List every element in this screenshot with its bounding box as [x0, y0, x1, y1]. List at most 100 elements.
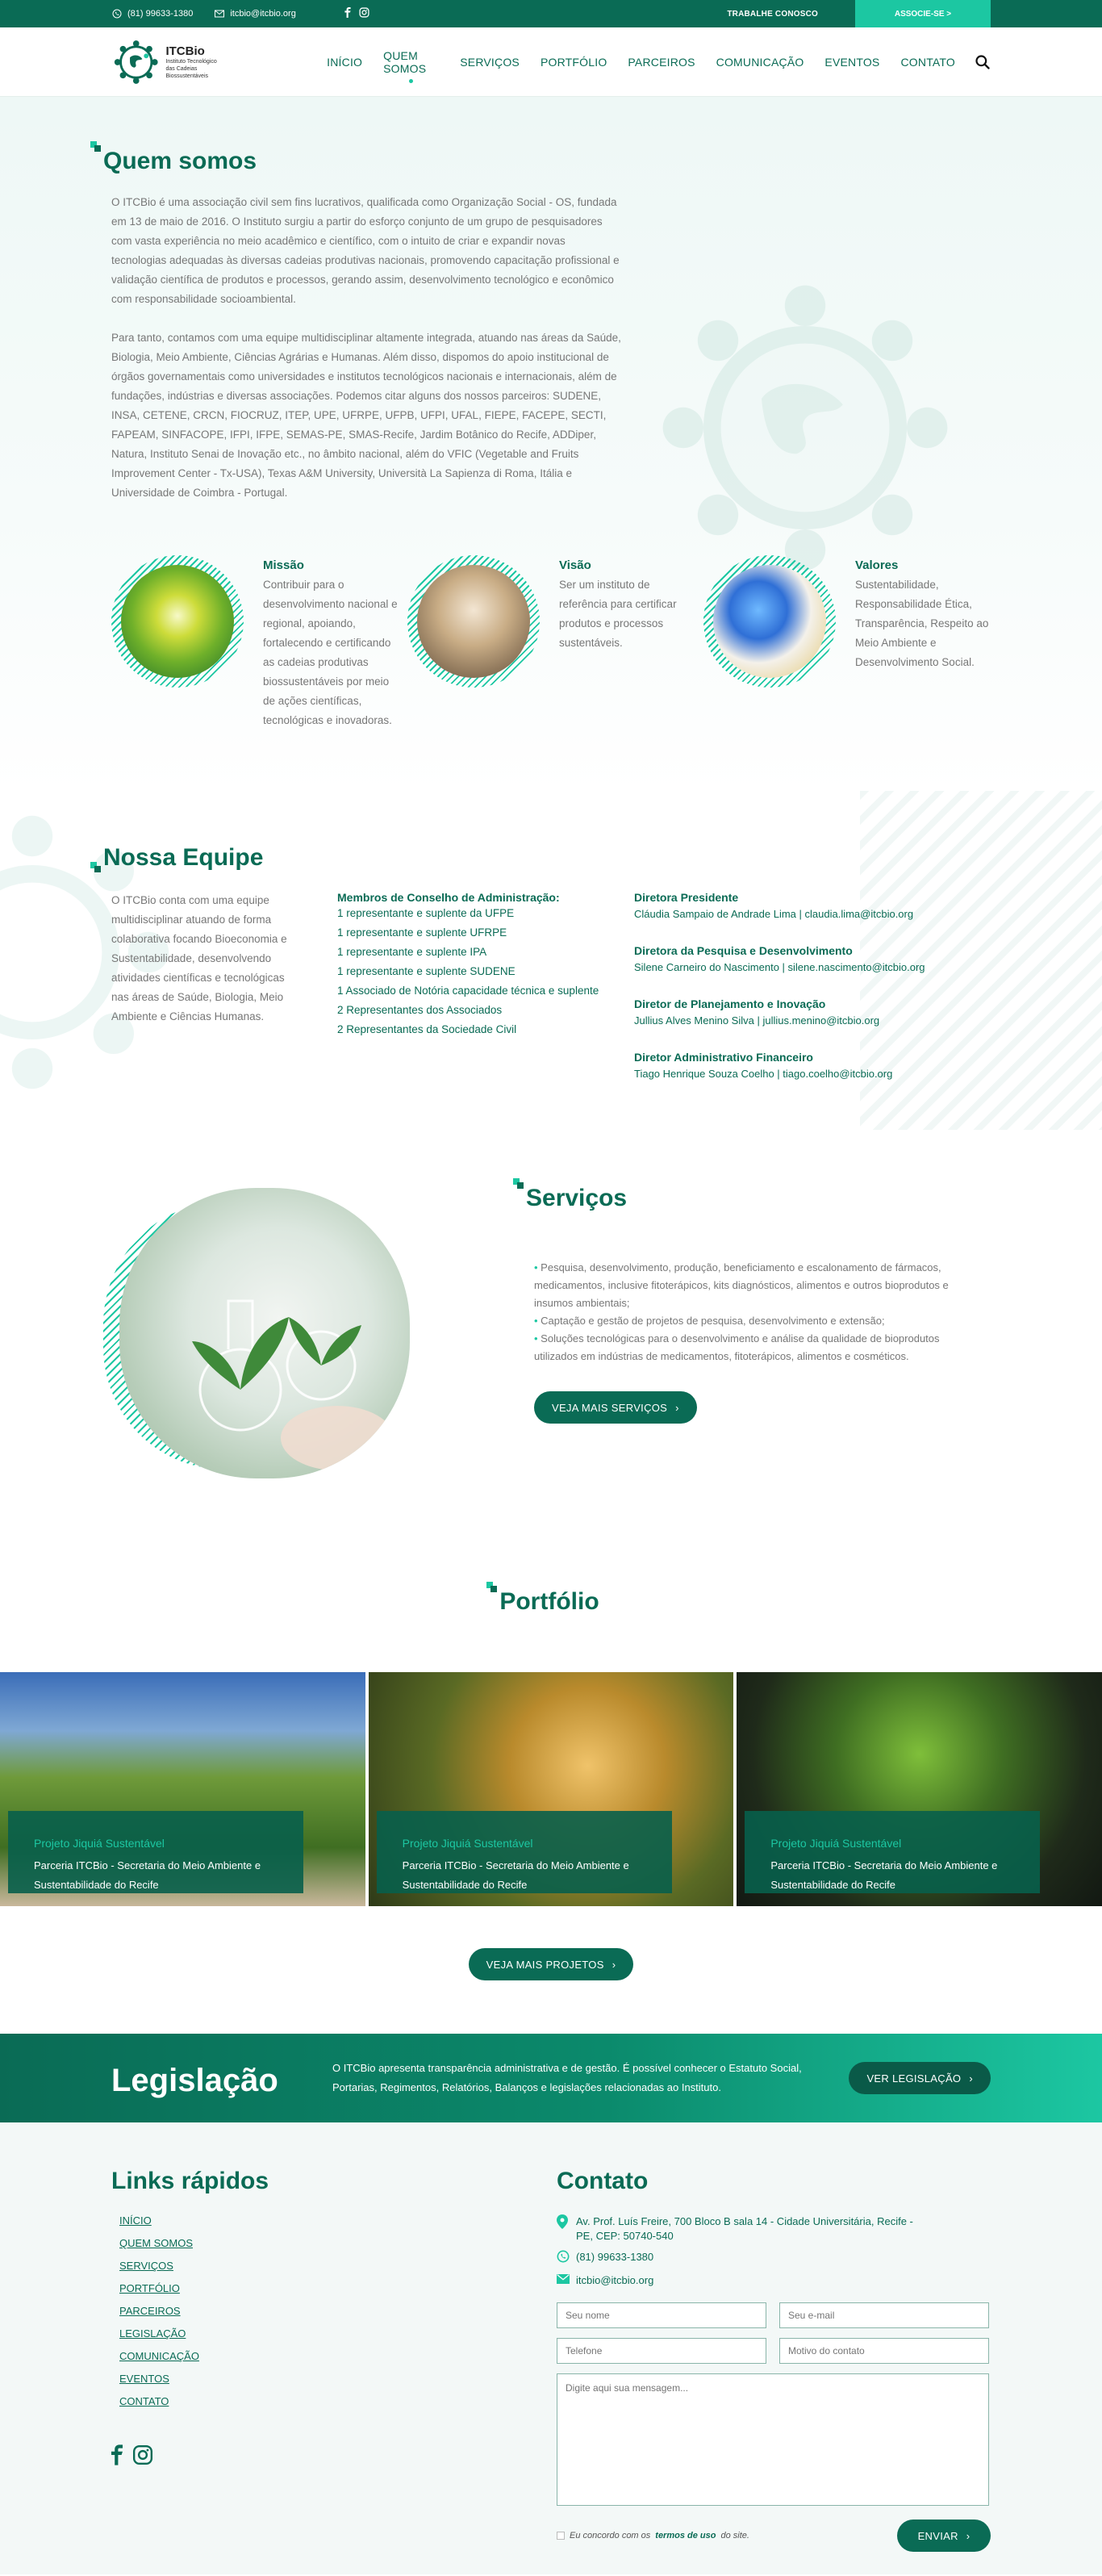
director-contact[interactable]: Tiago Henrique Souza Coelho | tiago.coel…	[634, 1068, 925, 1080]
title-squares-icon	[486, 1582, 498, 1593]
director-role: Diretor de Planejamento e Inovação	[634, 997, 826, 1010]
message-field[interactable]	[557, 2373, 989, 2506]
nav-item-inicio[interactable]: INÍCIO	[327, 56, 362, 69]
footer-social	[111, 2444, 557, 2469]
top-bar: (81) 99633-1380 itcbio@itcbio.org TRABAL…	[0, 0, 1102, 27]
whatsapp-icon	[111, 8, 123, 19]
footer: Links rápidos INÍCIO QUEM SOMOS SERVIÇOS…	[0, 2122, 1102, 2574]
portfolio-card[interactable]: Projeto Jiquiá Sustentável Parceria ITCB…	[0, 1672, 365, 1906]
whatsapp-icon	[557, 2250, 570, 2267]
instagram-icon[interactable]	[132, 2444, 153, 2469]
board-item: 1 representante e suplente SUDENE	[337, 965, 516, 977]
board-item: 1 representante e suplente da UFPE	[337, 907, 515, 919]
portfolio-card-desc: Parceria ITCBio - Secretaria do Meio Amb…	[402, 1859, 629, 1891]
join-button[interactable]: ASSOCIE-SE >	[855, 0, 991, 27]
topbar-email[interactable]: itcbio@itcbio.org	[214, 8, 296, 19]
terms-checkbox[interactable]	[557, 2532, 565, 2540]
services-heading: Serviços	[526, 1185, 628, 1211]
facebook-icon[interactable]	[111, 2444, 123, 2469]
contact-address: Av. Prof. Luís Freire, 700 Bloco B sala …	[557, 2214, 991, 2244]
services-item: Soluções tecnológicas para o desenvolvim…	[534, 1330, 986, 1365]
nav-item-contato[interactable]: CONTATO	[900, 56, 955, 69]
contact-phone[interactable]: (81) 99633-1380	[557, 2250, 991, 2267]
terms-agreement[interactable]: Eu concordo com os termos de uso do site…	[557, 2531, 749, 2540]
board-title: Membros de Conselho de Administração:	[337, 891, 560, 904]
footer-link-legislacao[interactable]: LEGISLAÇÃO	[119, 2327, 557, 2340]
director-contact[interactable]: Silene Carneiro do Nascimento | silene.n…	[634, 961, 925, 973]
services-section: Serviços Pesquisa, desenvolvimento, prod…	[0, 1146, 1102, 1549]
phone-field[interactable]	[557, 2338, 766, 2364]
vision-text: Ser um instituto de referência para cert…	[559, 579, 677, 649]
portfolio-card-desc: Parceria ITCBio - Secretaria do Meio Amb…	[34, 1859, 261, 1891]
legislation-heading: Legislação	[111, 2062, 278, 2098]
logo-tagline-2: das Cadeias Biossustentáveis	[165, 66, 208, 79]
team-title: Nossa Equipe	[90, 838, 991, 873]
work-with-us-link[interactable]: TRABALHE CONOSCO	[727, 10, 818, 19]
more-projects-label: VEJA MAIS PROJETOS	[486, 1958, 604, 1971]
nav-item-quem-somos[interactable]: QUEM SOMOS	[383, 49, 439, 83]
map-pin-icon	[557, 2214, 570, 2244]
nav-item-servicos[interactable]: SERVIÇOS	[460, 56, 520, 69]
contact-address-text: Av. Prof. Luís Freire, 700 Bloco B sala …	[576, 2215, 913, 2242]
services-image	[103, 1178, 418, 1485]
header: ITCBio Instituto Tecnológico das Cadeias…	[0, 27, 1102, 97]
footer-link-parceiros[interactable]: PARCEIROS	[119, 2305, 557, 2317]
email-field[interactable]	[779, 2302, 989, 2328]
nav-item-comunicacao[interactable]: COMUNICAÇÃO	[716, 56, 804, 69]
topbar-phone[interactable]: (81) 99633-1380	[111, 8, 193, 19]
portfolio-card[interactable]: Projeto Jiquiá Sustentável Parceria ITCB…	[368, 1672, 734, 1906]
nav-item-portfolio[interactable]: PORTFÓLIO	[541, 56, 607, 69]
mission-title: Missão	[263, 558, 304, 572]
portfolio-card-title: Projeto Jiquiá Sustentável	[770, 1837, 902, 1850]
submit-button[interactable]: ENVIAR ›	[897, 2520, 991, 2552]
footer-link-comunicacao[interactable]: COMUNICAÇÃO	[119, 2350, 557, 2362]
facebook-icon[interactable]	[344, 7, 351, 20]
submit-label: ENVIAR	[917, 2529, 958, 2542]
footer-link-contato[interactable]: CONTATO	[119, 2395, 557, 2407]
board-list: Membros de Conselho de Administração: 1 …	[337, 891, 634, 1104]
footer-link-portfolio[interactable]: PORTFÓLIO	[119, 2282, 557, 2294]
name-field[interactable]	[557, 2302, 766, 2328]
portfolio-card[interactable]: Projeto Jiquiá Sustentável Parceria ITCB…	[737, 1672, 1102, 1906]
services-item: Pesquisa, desenvolvimento, produção, ben…	[534, 1259, 986, 1312]
contact-email[interactable]: itcbio@itcbio.org	[557, 2273, 991, 2288]
title-squares-icon	[513, 1178, 524, 1190]
topbar-phone-text: (81) 99633-1380	[127, 9, 194, 19]
contact-email-text: itcbio@itcbio.org	[576, 2274, 654, 2286]
logo-tagline-1: Instituto Tecnológico	[165, 59, 217, 65]
board-item: 2 Representantes da Sociedade Civil	[337, 1023, 517, 1035]
terms-link[interactable]: termos de uso	[655, 2531, 716, 2540]
main-nav: INÍCIO QUEM SOMOS SERVIÇOS PORTFÓLIO PAR…	[327, 49, 955, 83]
chevron-right-icon: ›	[966, 2529, 971, 2542]
view-legislation-button[interactable]: VER LEGISLAÇÃO ›	[849, 2062, 991, 2094]
team-heading: Nossa Equipe	[103, 844, 264, 871]
vision-card: Visão Ser um instituto de referência par…	[407, 555, 703, 730]
services-list: Pesquisa, desenvolvimento, produção, ben…	[534, 1259, 986, 1365]
instagram-icon[interactable]	[359, 7, 369, 20]
director-contact[interactable]: Jullius Alves Menino Silva | jullius.men…	[634, 1014, 925, 1027]
footer-link-quem-somos[interactable]: QUEM SOMOS	[119, 2237, 557, 2249]
about-title: Quem somos	[90, 141, 991, 175]
contact-heading: Contato	[557, 2168, 649, 2194]
director-role: Diretor Administrativo Financeiro	[634, 1051, 813, 1064]
mission-card: Missão Contribuir para o desenvolvimento…	[111, 555, 407, 730]
topbar-social	[344, 7, 369, 20]
logo-name: ITCBio	[165, 44, 205, 58]
portfolio-section: Portfólio Projeto Jiquiá Sustentável Par…	[0, 1549, 1102, 2034]
footer-link-servicos[interactable]: SERVIÇOS	[119, 2260, 557, 2272]
search-icon[interactable]	[975, 54, 991, 70]
portfolio-heading: Portfólio	[499, 1588, 599, 1615]
nav-item-eventos[interactable]: EVENTOS	[824, 56, 879, 69]
vision-image	[407, 555, 540, 688]
logo[interactable]: ITCBio Instituto Tecnológico das Cadeias…	[111, 36, 238, 88]
footer-link-inicio[interactable]: INÍCIO	[119, 2214, 557, 2227]
more-services-button[interactable]: VEJA MAIS SERVIÇOS ›	[534, 1391, 697, 1424]
director-contact[interactable]: Cláudia Sampaio de Andrade Lima | claudi…	[634, 908, 925, 920]
nav-item-parceiros[interactable]: PARCEIROS	[628, 56, 695, 69]
footer-link-eventos[interactable]: EVENTOS	[119, 2373, 557, 2385]
values-title: Valores	[855, 558, 899, 572]
reason-field[interactable]	[779, 2338, 989, 2364]
contact-form: Eu concordo com os termos de uso do site…	[557, 2302, 991, 2552]
more-projects-button[interactable]: VEJA MAIS PROJETOS ›	[468, 1948, 634, 1980]
board-item: 1 Associado de Notória capacidade técnic…	[337, 985, 599, 997]
